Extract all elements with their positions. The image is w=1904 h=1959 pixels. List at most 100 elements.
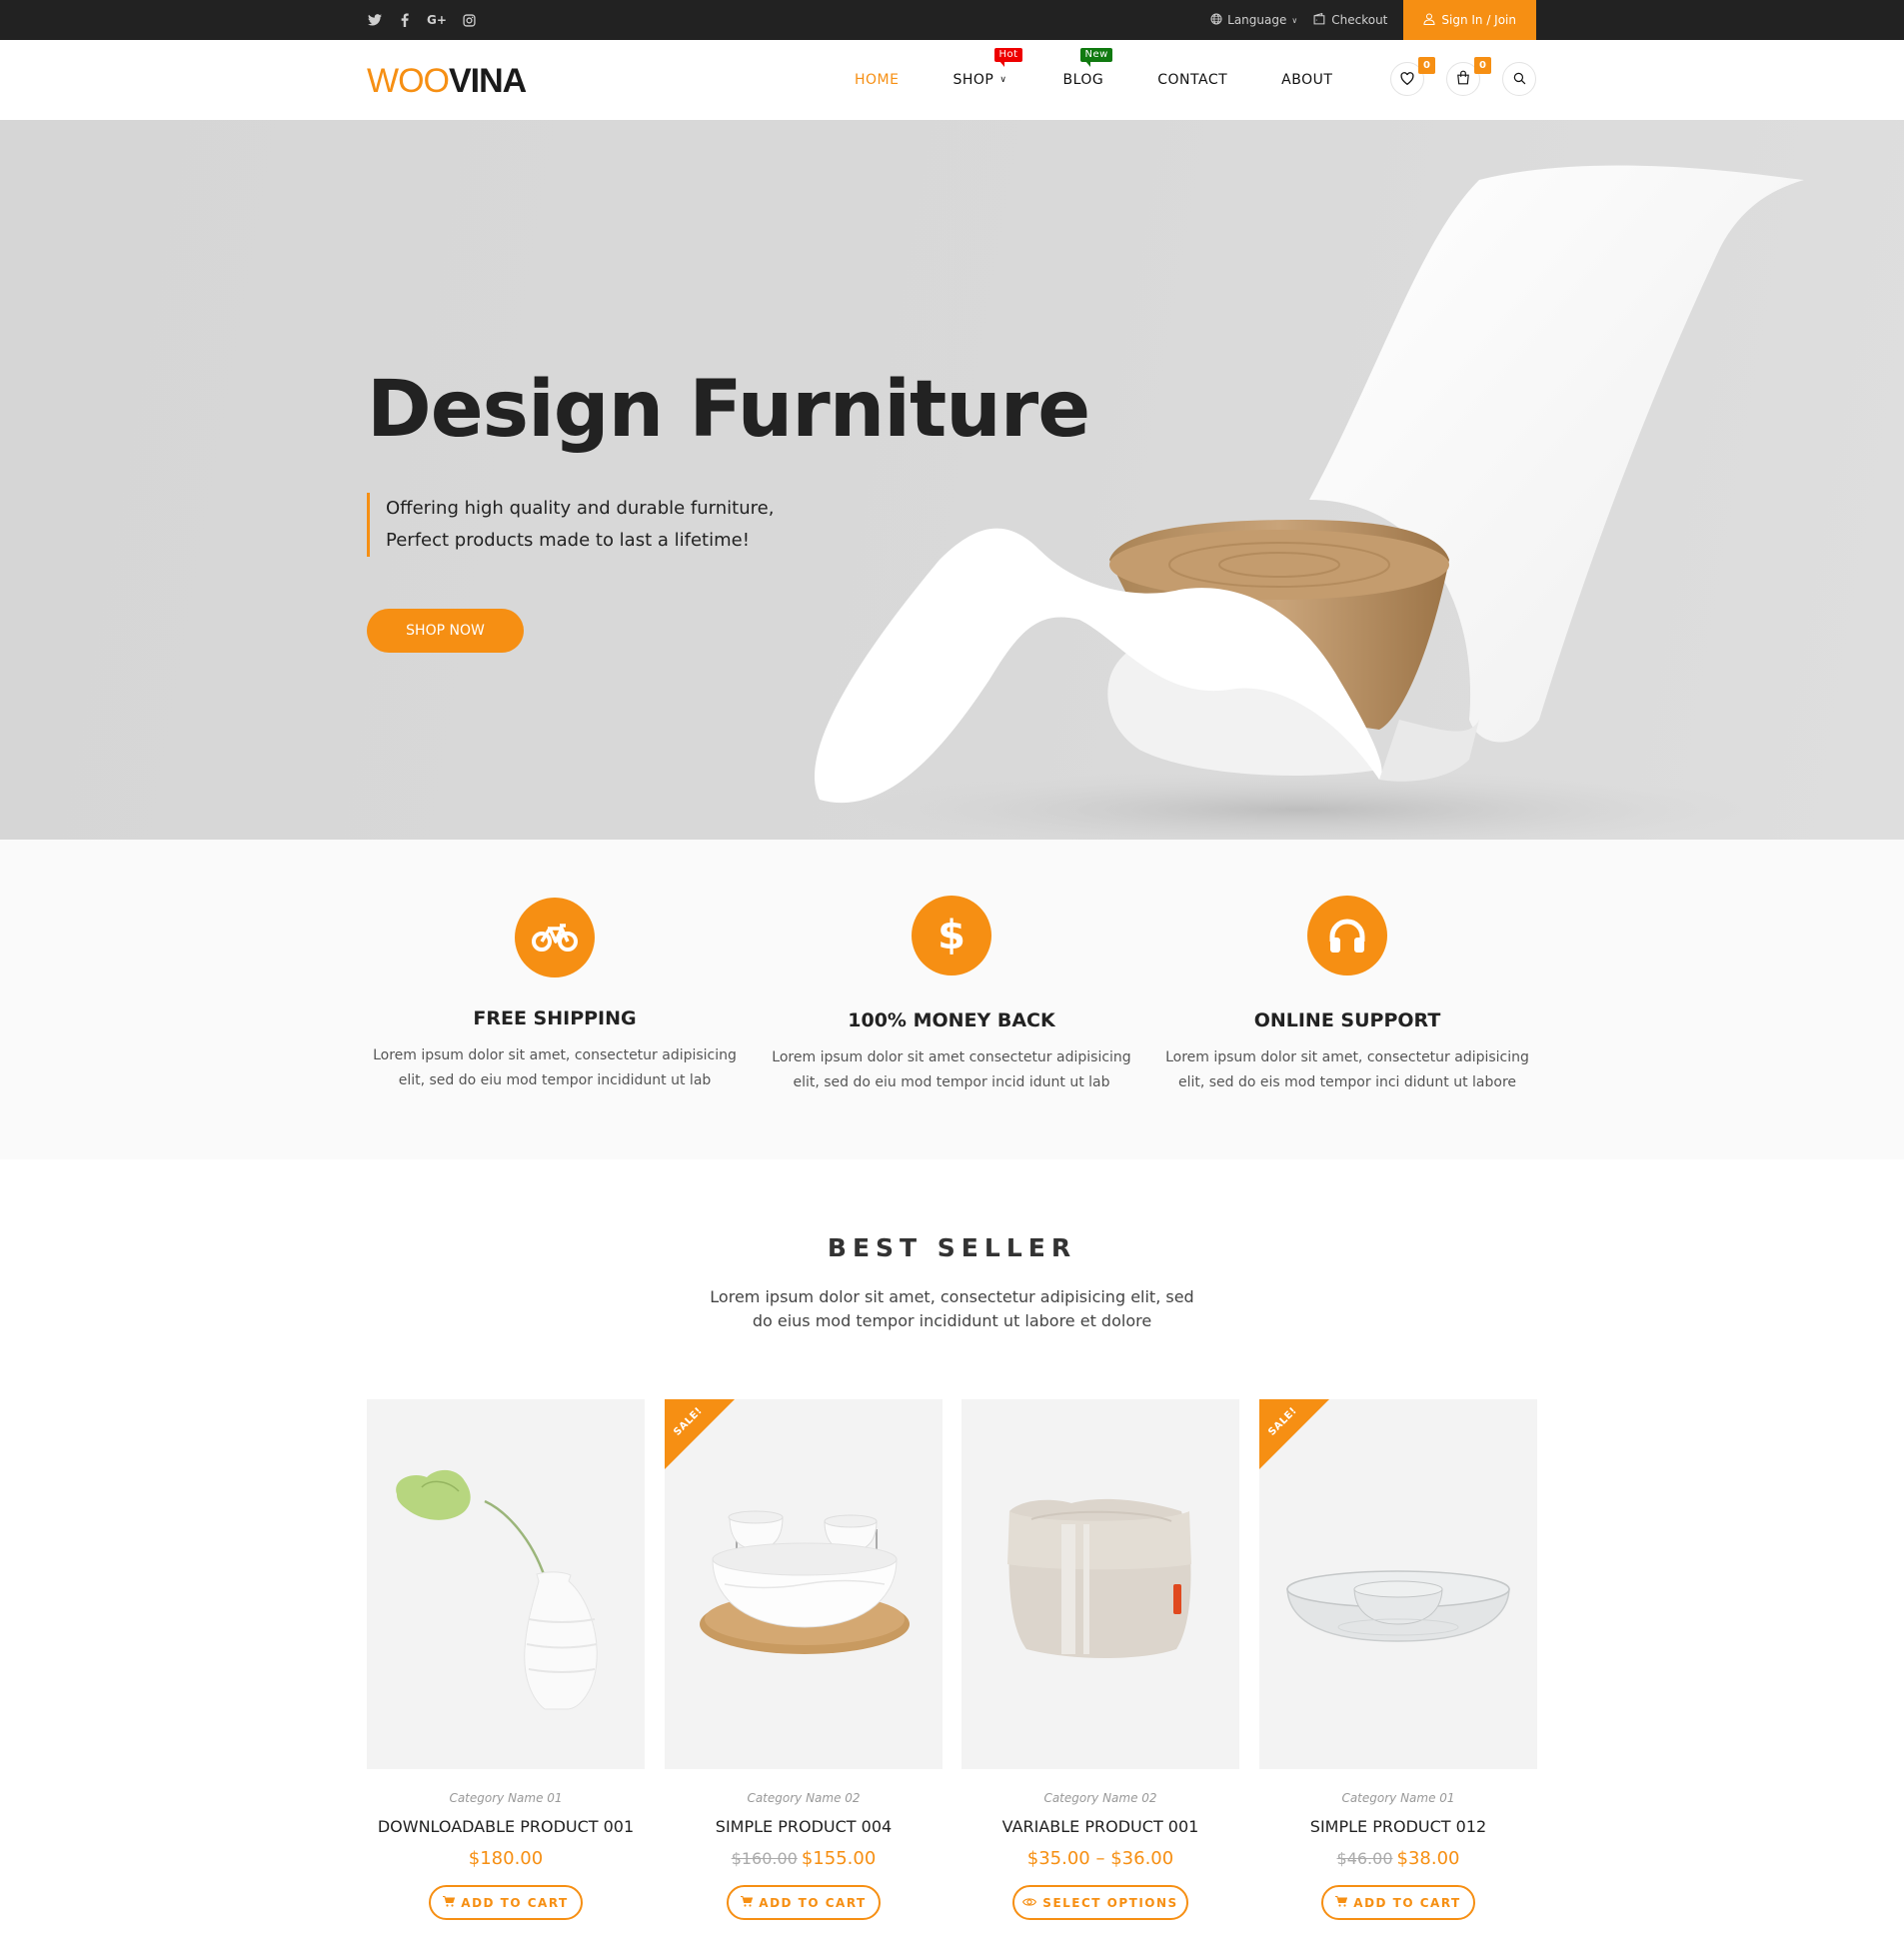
product-card: SALE! Category Name 01 SIMPLE PRODUCT 01… — [1259, 1399, 1537, 1920]
shop-now-button[interactable]: SHOP NOW — [367, 609, 524, 653]
product-name[interactable]: SIMPLE PRODUCT 004 — [665, 1817, 943, 1836]
cart-icon — [443, 1895, 456, 1910]
twitter-icon[interactable] — [367, 12, 383, 28]
nav-home[interactable]: HOME — [855, 72, 899, 88]
nav-contact[interactable]: CONTACT — [1157, 72, 1227, 88]
logo-vina: VINA — [448, 62, 527, 100]
nav-home-label: HOME — [855, 72, 900, 88]
search-icon — [1513, 70, 1526, 89]
dollar-icon: $ — [912, 896, 991, 976]
feature-money-back: $ 100% MONEY BACK Lorem ipsum dolor sit … — [757, 896, 1146, 1095]
product-image-bowl-set[interactable]: SALE! — [665, 1399, 943, 1769]
nav-shop[interactable]: SHOP ∨ Hot — [952, 48, 1022, 88]
product-price: $160.00 $155.00 — [665, 1848, 943, 1869]
select-options-button[interactable]: SELECT OPTIONS — [1012, 1885, 1188, 1920]
old-price: $46.00 — [1336, 1849, 1393, 1868]
add-to-cart-button[interactable]: ADD TO CART — [1321, 1885, 1475, 1920]
feature-title: FREE SHIPPING — [473, 1007, 637, 1029]
shopping-bag-icon — [1456, 70, 1470, 89]
best-seller-title: BEST SELLER — [827, 1233, 1077, 1262]
top-bar-right: Language ∨ Checkout Sign In / Join — [1210, 0, 1536, 40]
sign-in-button[interactable]: Sign In / Join — [1403, 0, 1536, 40]
best-seller-subtitle: Lorem ipsum dolor sit amet, consectetur … — [710, 1287, 1194, 1330]
product-name[interactable]: DOWNLOADABLE PRODUCT 001 — [367, 1817, 645, 1836]
button-label: ADD TO CART — [1353, 1895, 1461, 1910]
wishlist-button[interactable]: 0 — [1390, 57, 1435, 96]
cart-icon — [1335, 1895, 1348, 1910]
hero-chair-image — [815, 165, 1804, 840]
logo[interactable]: WOOVINA — [367, 62, 527, 101]
nav-about-label: ABOUT — [1281, 72, 1333, 88]
button-label: ADD TO CART — [759, 1895, 867, 1910]
product-card: Category Name 02 VARIABLE PRODUCT 001 $3… — [961, 1399, 1239, 1920]
product-price: $35.00 – $36.00 — [961, 1848, 1239, 1869]
current-price: $155.00 — [801, 1848, 877, 1869]
search-button[interactable] — [1502, 62, 1536, 96]
heart-icon — [1400, 70, 1414, 89]
hero-banner: Design Furniture Offering high quality a… — [0, 120, 1904, 840]
main-header: WOOVINA HOME SHOP ∨ Hot BLOG New CONTACT… — [0, 40, 1904, 120]
hot-badge: Hot — [994, 48, 1022, 67]
social-links: G+ — [367, 0, 477, 40]
main-nav: HOME SHOP ∨ Hot BLOG New CONTACT ABOUT — [855, 40, 1386, 120]
language-selector[interactable]: Language ∨ — [1210, 13, 1297, 28]
globe-icon — [1210, 13, 1222, 28]
current-price: $35.00 – $36.00 — [1026, 1848, 1174, 1869]
facebook-icon[interactable] — [397, 12, 413, 28]
product-category[interactable]: Category Name 01 — [367, 1791, 645, 1805]
sign-in-label: Sign In / Join — [1441, 13, 1516, 27]
feature-title: ONLINE SUPPORT — [1253, 1009, 1441, 1031]
instagram-icon[interactable] — [461, 12, 477, 28]
nav-about[interactable]: ABOUT — [1281, 72, 1332, 88]
eye-icon — [1022, 1896, 1037, 1910]
hero-subtitle-line-1: Offering high quality and durable furnit… — [386, 498, 775, 519]
chevron-down-icon: ∨ — [999, 75, 1007, 85]
header-icons: 0 0 — [1390, 57, 1536, 96]
cart-icon — [741, 1895, 754, 1910]
feature-description: Lorem ipsum dolor sit amet, consectetur … — [373, 1047, 737, 1088]
product-image-glass-bowl[interactable]: SALE! — [1259, 1399, 1537, 1769]
product-image-vase[interactable] — [367, 1399, 645, 1769]
nav-shop-label: SHOP — [952, 72, 994, 88]
top-bar: G+ Language ∨ Checkout Sign In / Join — [0, 0, 1904, 40]
user-icon — [1423, 13, 1435, 28]
feature-description: Lorem ipsum dolor sit amet consectetur a… — [772, 1049, 1131, 1090]
nav-blog[interactable]: BLOG New — [1062, 48, 1112, 88]
product-category[interactable]: Category Name 01 — [1259, 1791, 1537, 1805]
feature-online-support: ONLINE SUPPORT Lorem ipsum dolor sit ame… — [1152, 896, 1542, 1095]
new-badge: New — [1080, 48, 1112, 67]
feature-description: Lorem ipsum dolor sit amet, consectetur … — [1165, 1049, 1529, 1090]
cart-count: 0 — [1474, 57, 1491, 74]
nav-contact-label: CONTACT — [1157, 72, 1228, 88]
language-label: Language — [1227, 13, 1287, 27]
headphones-icon — [1307, 896, 1387, 976]
add-to-cart-button[interactable]: ADD TO CART — [429, 1885, 583, 1920]
hero-subtitle: Offering high quality and durable furnit… — [367, 493, 774, 557]
logo-woo: WOO — [367, 62, 450, 100]
feature-free-shipping: FREE SHIPPING Lorem ipsum dolor sit amet… — [360, 898, 750, 1093]
product-image-linen-basket[interactable] — [961, 1399, 1239, 1769]
product-name[interactable]: SIMPLE PRODUCT 012 — [1259, 1817, 1537, 1836]
hero-title: Design Furniture — [367, 365, 1090, 455]
nav-blog-label: BLOG — [1062, 72, 1104, 88]
checkout-label: Checkout — [1331, 13, 1388, 27]
wishlist-count: 0 — [1418, 57, 1435, 74]
product-category[interactable]: Category Name 02 — [665, 1791, 943, 1805]
product-name[interactable]: VARIABLE PRODUCT 001 — [961, 1817, 1239, 1836]
bicycle-icon — [515, 898, 595, 978]
current-price: $38.00 — [1396, 1848, 1460, 1869]
google-plus-icon[interactable]: G+ — [427, 12, 447, 28]
product-price: $46.00 $38.00 — [1259, 1848, 1537, 1869]
checkout-link[interactable]: Checkout — [1313, 12, 1388, 28]
product-card: SALE! Category Name 02 SIMPLE PRODUCT 00… — [665, 1399, 943, 1920]
hero-subtitle-line-2: Perfect products made to last a lifetime… — [386, 530, 750, 551]
feature-title: 100% MONEY BACK — [848, 1009, 1055, 1031]
button-label: SELECT OPTIONS — [1042, 1895, 1178, 1910]
button-label: ADD TO CART — [461, 1895, 569, 1910]
cart-button[interactable]: 0 — [1446, 57, 1491, 96]
product-price: $180.00 — [367, 1848, 645, 1869]
current-price: $180.00 — [468, 1848, 544, 1869]
add-to-cart-button[interactable]: ADD TO CART — [727, 1885, 881, 1920]
product-category[interactable]: Category Name 02 — [961, 1791, 1239, 1805]
chevron-down-icon: ∨ — [1291, 15, 1298, 25]
